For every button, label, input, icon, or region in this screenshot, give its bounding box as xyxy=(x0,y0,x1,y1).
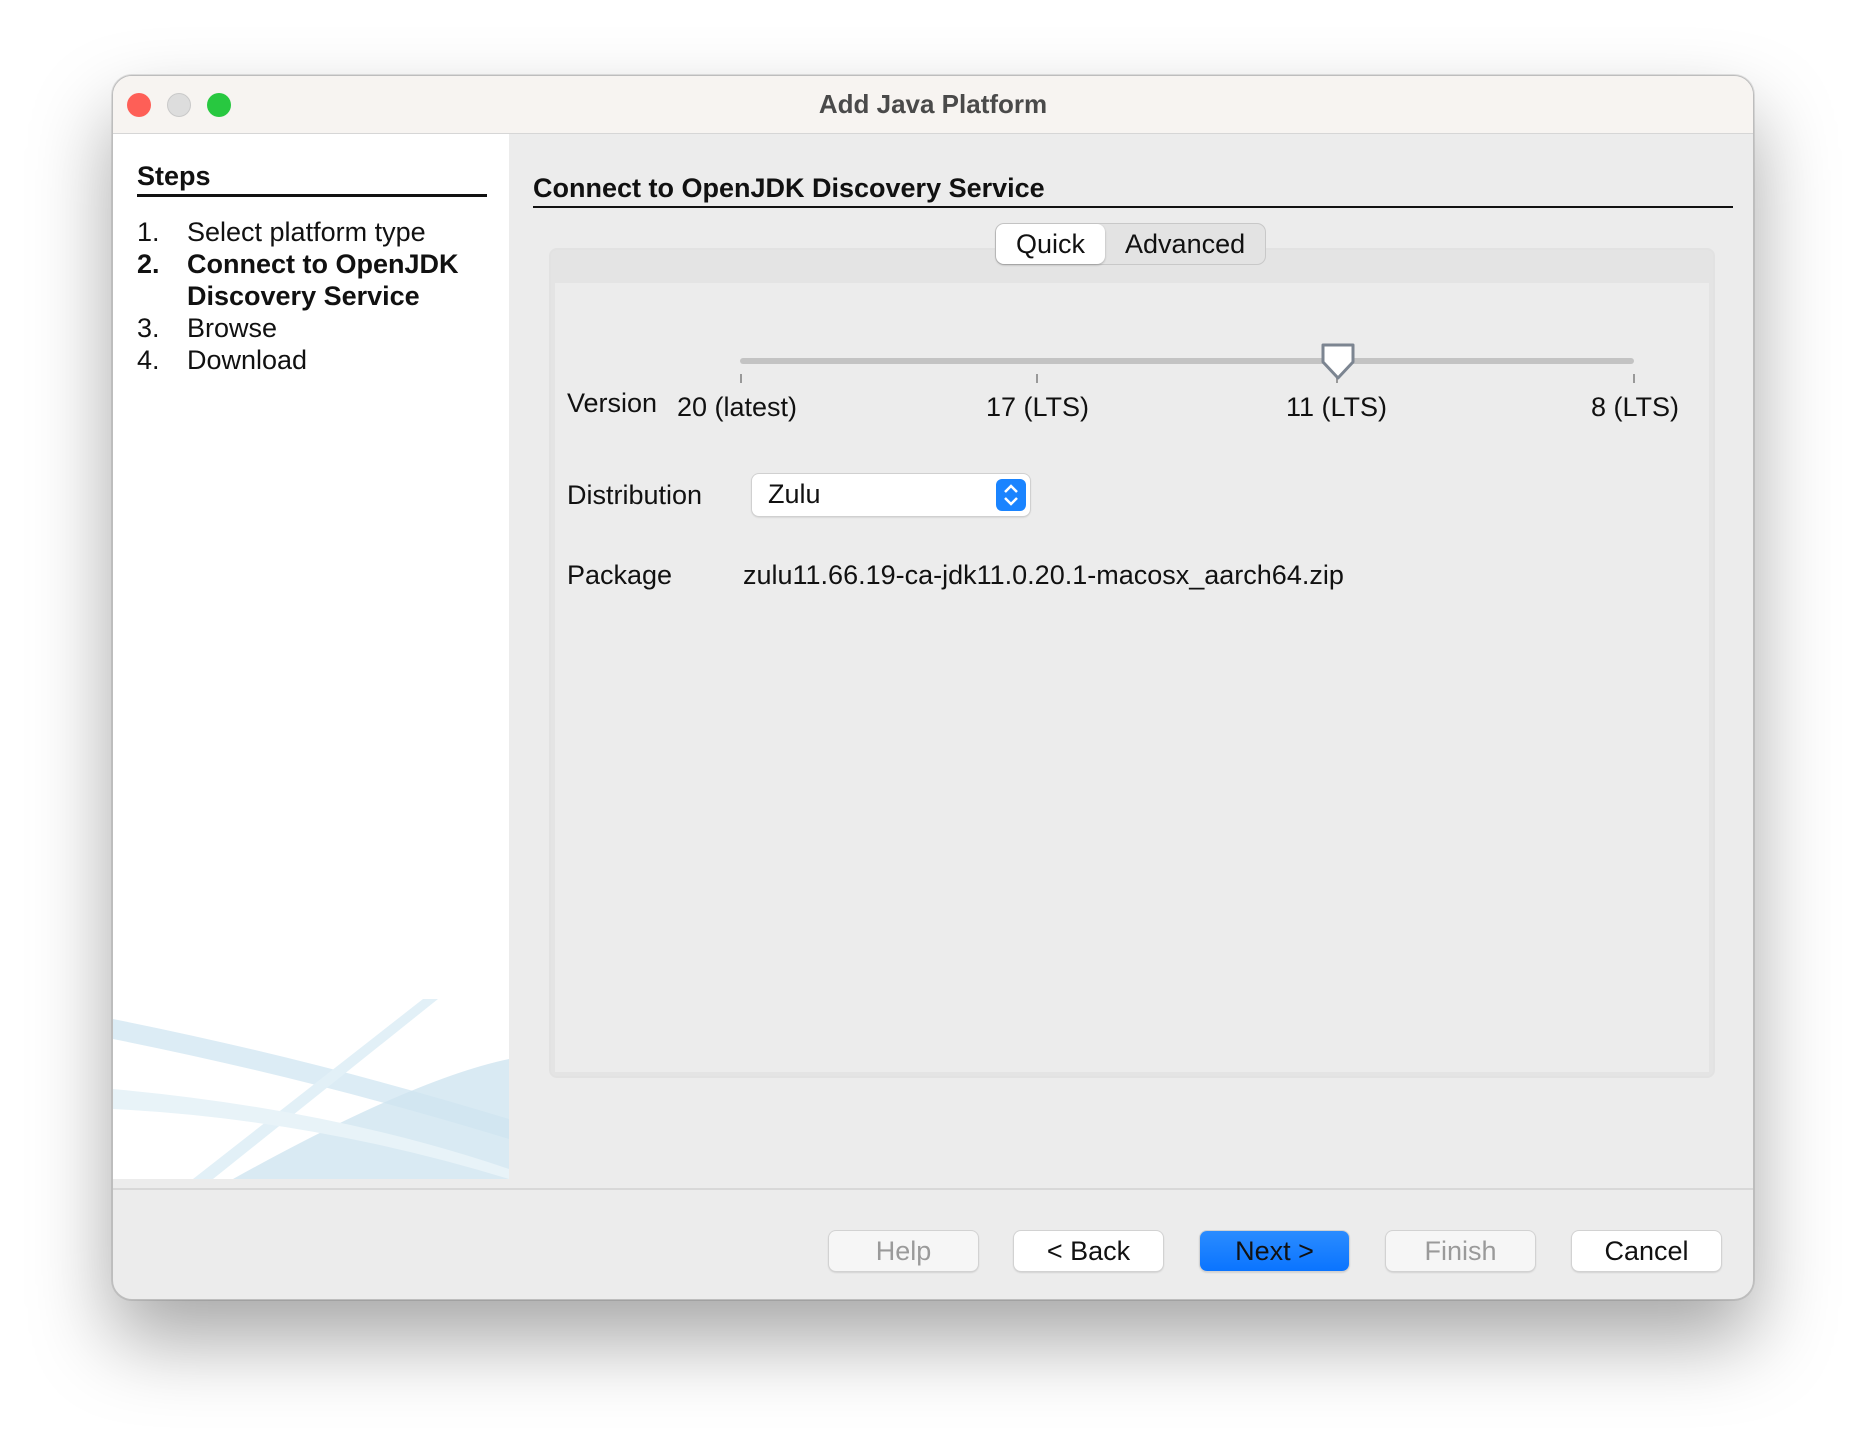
version-tick-label[interactable]: 20 (latest) xyxy=(677,392,797,423)
step-label: Connect to OpenJDKDiscovery Service xyxy=(187,248,459,312)
version-label: Version xyxy=(567,388,657,419)
slider-tick xyxy=(1633,374,1635,383)
step-number: 1. xyxy=(137,216,187,248)
slider-tick xyxy=(1036,374,1038,383)
step-number: 3. xyxy=(137,312,187,344)
step-label: Download xyxy=(187,344,307,376)
help-button[interactable]: Help xyxy=(829,1231,978,1271)
tab-advanced[interactable]: Advanced xyxy=(1105,224,1265,264)
step-item: 3.Browse xyxy=(137,312,459,344)
steps-sidebar: Steps 1.Select platform type 2.Connect t… xyxy=(113,134,509,1179)
title-bar: Add Java Platform xyxy=(113,76,1753,134)
window-title: Add Java Platform xyxy=(113,89,1753,120)
step-item: 4.Download xyxy=(137,344,459,376)
mode-tabs: Quick Advanced xyxy=(995,223,1266,265)
step-item-current: 2.Connect to OpenJDKDiscovery Service xyxy=(137,248,459,312)
version-tick-label[interactable]: 11 (LTS) xyxy=(1286,392,1387,423)
step-number: 4. xyxy=(137,344,187,376)
step-item: 1.Select platform type xyxy=(137,216,459,248)
distribution-value: Zulu xyxy=(768,479,821,509)
decorative-swoosh-image xyxy=(113,999,509,1179)
next-button[interactable]: Next > xyxy=(1200,1231,1349,1271)
distribution-select[interactable]: Zulu xyxy=(752,474,1030,516)
step-label: Select platform type xyxy=(187,216,426,248)
slider-thumb[interactable] xyxy=(1320,342,1356,382)
step-label-line1: Connect to OpenJDK xyxy=(187,249,459,279)
steps-list: 1.Select platform type 2.Connect to Open… xyxy=(137,216,459,376)
tab-quick[interactable]: Quick xyxy=(996,224,1105,264)
step-label-line2: Discovery Service xyxy=(187,281,420,311)
back-button[interactable]: < Back xyxy=(1014,1231,1163,1271)
finish-button[interactable]: Finish xyxy=(1386,1231,1535,1271)
page-heading: Connect to OpenJDK Discovery Service xyxy=(533,173,1733,208)
step-label: Browse xyxy=(187,312,277,344)
footer-divider xyxy=(113,1188,1753,1190)
version-slider[interactable] xyxy=(740,358,1634,364)
slider-tick xyxy=(740,374,742,383)
add-java-platform-dialog: Add Java Platform Steps 1.Select platfor… xyxy=(112,75,1754,1300)
cancel-button[interactable]: Cancel xyxy=(1572,1231,1721,1271)
quick-panel xyxy=(549,248,1715,1078)
step-number: 2. xyxy=(137,248,187,312)
package-label: Package xyxy=(567,560,672,591)
package-value: zulu11.66.19-ca-jdk11.0.20.1-macosx_aarc… xyxy=(743,560,1344,591)
version-tick-label[interactable]: 8 (LTS) xyxy=(1591,392,1679,423)
distribution-label: Distribution xyxy=(567,480,702,511)
steps-heading: Steps xyxy=(137,161,487,197)
version-tick-label[interactable]: 17 (LTS) xyxy=(986,392,1089,423)
chevron-updown-icon xyxy=(996,479,1026,511)
